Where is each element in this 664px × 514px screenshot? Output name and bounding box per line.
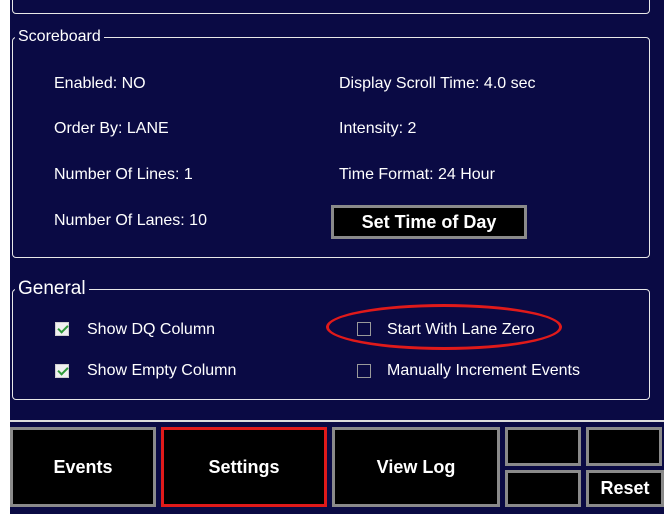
order-by-value: Order By: LANE [54, 120, 169, 137]
number-of-lanes-value: Number Of Lanes: 10 [54, 212, 207, 229]
manually-increment-events-label: Manually Increment Events [387, 362, 580, 379]
intensity-value: Intensity: 2 [339, 120, 417, 137]
upper-group-box [12, 0, 650, 14]
blank-button-3[interactable] [505, 470, 581, 507]
general-group: General [12, 278, 650, 400]
scoreboard-title: Scoreboard [18, 28, 101, 45]
enabled-value: Enabled: NO [54, 75, 146, 92]
time-format-value: Time Format: 24 Hour [339, 166, 495, 183]
view-log-tab[interactable]: View Log [332, 427, 500, 507]
events-tab[interactable]: Events [10, 427, 156, 507]
show-empty-column-label: Show Empty Column [87, 362, 237, 379]
show-dq-column-checkbox[interactable] [55, 322, 69, 336]
settings-tab[interactable]: Settings [161, 427, 327, 507]
set-time-of-day-button[interactable]: Set Time of Day [331, 205, 527, 239]
tab-bar-divider [10, 420, 664, 422]
blank-button-2[interactable] [586, 427, 662, 466]
manually-increment-events-checkbox[interactable] [357, 364, 371, 378]
highlight-ellipse [326, 304, 562, 350]
number-of-lines-value: Number Of Lines: 1 [54, 166, 193, 183]
show-dq-column-label: Show DQ Column [87, 321, 216, 338]
reset-button[interactable]: Reset [586, 470, 664, 507]
blank-button-1[interactable] [505, 427, 581, 466]
show-empty-column-checkbox[interactable] [55, 364, 69, 378]
general-title: General [18, 278, 86, 299]
display-scroll-time-value: Display Scroll Time: 4.0 sec [339, 75, 536, 92]
settings-panel: Scoreboard Enabled: NO Order By: LANE Nu… [10, 0, 664, 514]
